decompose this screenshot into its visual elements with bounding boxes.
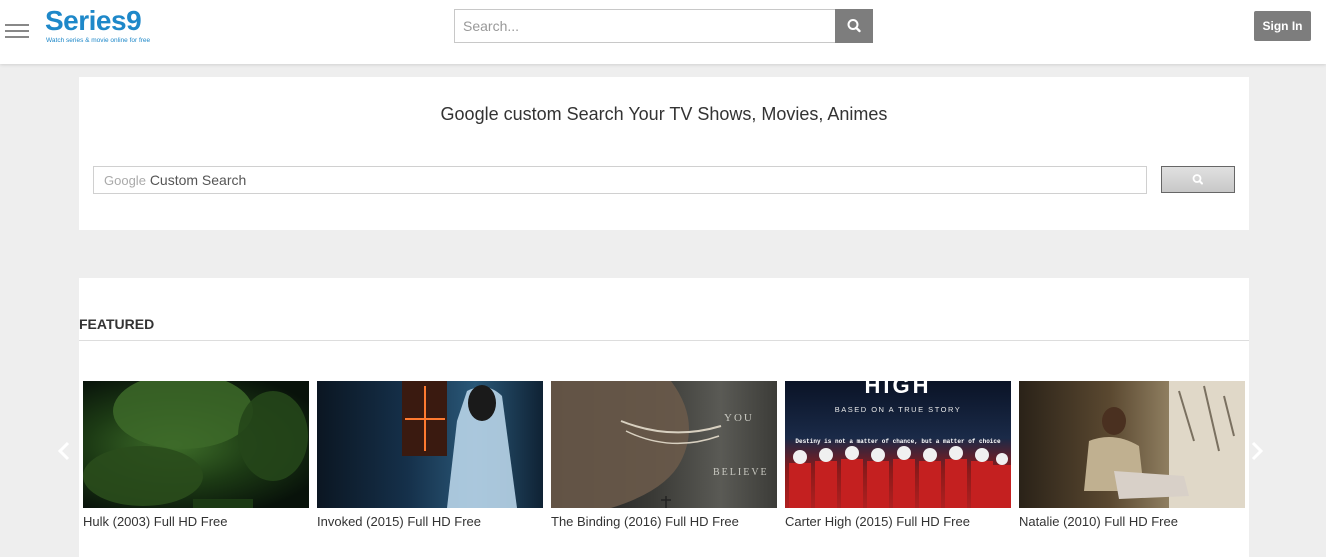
sign-in-button[interactable]: Sign In [1254,11,1311,41]
poster-text-destiny: Destiny is not a matter of chance, but a… [795,438,1001,445]
chevron-right-icon [1251,441,1264,461]
movie-title[interactable]: Invoked (2015) Full HD Free [317,514,481,529]
search-icon [847,19,861,33]
chevron-left-icon [57,441,70,461]
movie-card-invoked[interactable]: Invoked (2015) Full HD Free [317,381,543,541]
search-button[interactable] [835,9,873,43]
google-search-panel: Google custom Search Your TV Shows, Movi… [79,77,1249,230]
search-icon [1192,174,1203,185]
poster-image: YOU BELIEVE [551,381,777,508]
google-field-placeholder: Custom Search [149,172,247,188]
movie-card-hulk[interactable]: Hulk (2003) Full HD Free [83,381,309,541]
movie-title[interactable]: Carter High (2015) Full HD Free [785,514,970,529]
hamburger-menu-icon[interactable] [5,22,29,40]
google-search-button[interactable] [1161,166,1235,193]
site-logo[interactable]: Series9 Watch series & movie online for … [45,5,165,47]
poster-text-high: HIGH [865,381,932,398]
search-input[interactable] [454,9,836,43]
featured-heading: FEATURED [79,316,155,332]
top-header: Series9 Watch series & movie online for … [0,0,1326,64]
poster-image [83,381,309,508]
poster-image [1019,381,1245,508]
poster-text-believe: BELIEVE [713,467,769,478]
logo-tagline: Watch series & movie online for free [46,37,151,44]
google-custom-search-input[interactable]: Google Custom Search [93,166,1147,194]
movie-card-the-binding[interactable]: YOU BELIEVE The Binding (2016) Full HD F… [551,381,777,541]
poster-image: HIGH BASED ON A TRUE STORY Destiny is no… [785,381,1011,508]
google-watermark: Google [104,173,146,188]
movie-title[interactable]: Natalie (2010) Full HD Free [1019,514,1178,529]
poster-text-based: BASED ON A TRUE STORY [835,405,962,414]
poster-image [317,381,543,508]
logo-text: Series9 [45,5,142,36]
movie-title[interactable]: Hulk (2003) Full HD Free [83,514,228,529]
poster-text-you: YOU [724,412,754,424]
movie-card-carter-high[interactable]: HIGH BASED ON A TRUE STORY Destiny is no… [785,381,1011,541]
carousel-prev-button[interactable] [55,436,75,466]
top-search-bar [454,9,873,43]
carousel-next-button[interactable] [1247,436,1267,466]
movie-title[interactable]: The Binding (2016) Full HD Free [551,514,739,529]
google-panel-title: Google custom Search Your TV Shows, Movi… [440,104,888,124]
featured-section: FEATURED Hulk (2003) Full HD Free Invoke… [57,278,1264,557]
featured-divider [79,340,1249,341]
movie-card-natalie[interactable]: Natalie (2010) Full HD Free [1019,381,1245,541]
